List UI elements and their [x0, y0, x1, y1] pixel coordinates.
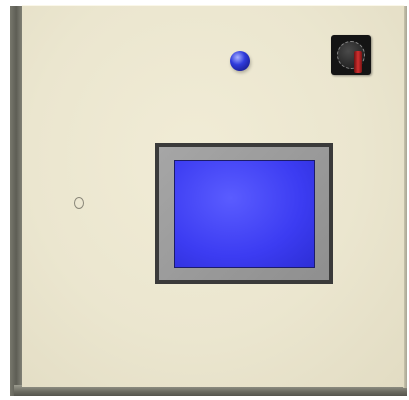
display-bezel [155, 143, 333, 284]
selector-handle[interactable] [354, 51, 362, 73]
indicator-light-icon [230, 51, 250, 71]
display-frame [159, 147, 329, 280]
enclosure-door [22, 5, 404, 387]
enclosure-panel [0, 0, 409, 400]
keyhole-icon[interactable] [74, 197, 84, 209]
selector-switch[interactable] [331, 35, 371, 75]
selector-knob-icon [337, 41, 365, 73]
display-screen[interactable] [174, 160, 315, 268]
